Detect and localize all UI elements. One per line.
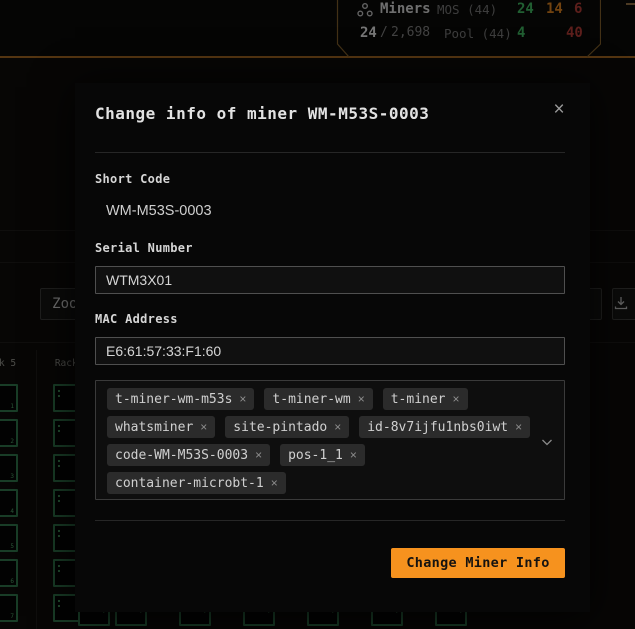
chevron-down-icon[interactable] (540, 434, 554, 448)
modal-footer-divider (95, 520, 565, 521)
mac-address-input[interactable] (95, 337, 565, 365)
tag-chip[interactable]: container-microbt-1 × (107, 472, 286, 494)
tag-chip[interactable]: id-8v7ijfu1nbs0iwt × (359, 416, 531, 438)
change-miner-info-modal: Change info of miner WM-M53S-0003 × Shor… (75, 83, 590, 612)
tag-label: t-miner-wm (272, 391, 351, 407)
short-code-value: WM-M53S-0003 (106, 203, 212, 219)
tag-rows: t-miner-wm-m53s × t-miner-wm × t-miner × whats… (107, 388, 531, 494)
tag-remove-icon[interactable]: × (255, 448, 262, 462)
tag-remove-icon[interactable]: × (358, 392, 365, 406)
tag-remove-icon[interactable]: × (239, 392, 246, 406)
serial-number-input[interactable] (95, 266, 565, 294)
tag-label: whatsminer (115, 419, 194, 435)
tag-chip[interactable]: whatsminer × (107, 416, 216, 438)
modal-header-divider (95, 152, 565, 153)
tags-box[interactable]: t-miner-wm-m53s × t-miner-wm × t-miner × whats… (95, 380, 565, 500)
tag-label: id-8v7ijfu1nbs0iwt (367, 419, 509, 435)
tag-chip[interactable]: t-miner-wm × (264, 388, 373, 410)
mac-address-label: MAC Address (95, 312, 178, 326)
tag-chip[interactable]: t-miner-wm-m53s × (107, 388, 255, 410)
tag-label: pos-1_1 (288, 447, 343, 463)
tag-label: t-miner-wm-m53s (115, 391, 233, 407)
tag-label: site-pintado (233, 419, 328, 435)
tag-remove-icon[interactable]: × (271, 476, 278, 490)
screen: Miners MOS (44) 24 14 6 24 / 2,698 Pool … (0, 0, 635, 629)
change-miner-info-button[interactable]: Change Miner Info (391, 548, 565, 578)
tag-remove-icon[interactable]: × (334, 420, 341, 434)
tag-chip[interactable]: code-WM-M53S-0003 × (107, 444, 271, 466)
tag-remove-icon[interactable]: × (453, 392, 460, 406)
tag-remove-icon[interactable]: × (350, 448, 357, 462)
tag-label: t-miner (390, 391, 446, 407)
tag-chip[interactable]: pos-1_1 × (280, 444, 365, 466)
short-code-label: Short Code (95, 172, 171, 186)
tag-remove-icon[interactable]: × (200, 420, 207, 434)
tag-label: container-microbt-1 (115, 475, 264, 491)
serial-number-label: Serial Number (95, 241, 193, 255)
tag-chip[interactable]: t-miner × (382, 388, 468, 410)
close-icon[interactable]: × (546, 97, 572, 123)
modal-title: Change info of miner WM-M53S-0003 (95, 104, 430, 123)
tag-label: code-WM-M53S-0003 (115, 447, 249, 463)
tag-remove-icon[interactable]: × (515, 420, 522, 434)
tag-chip[interactable]: site-pintado × (225, 416, 350, 438)
